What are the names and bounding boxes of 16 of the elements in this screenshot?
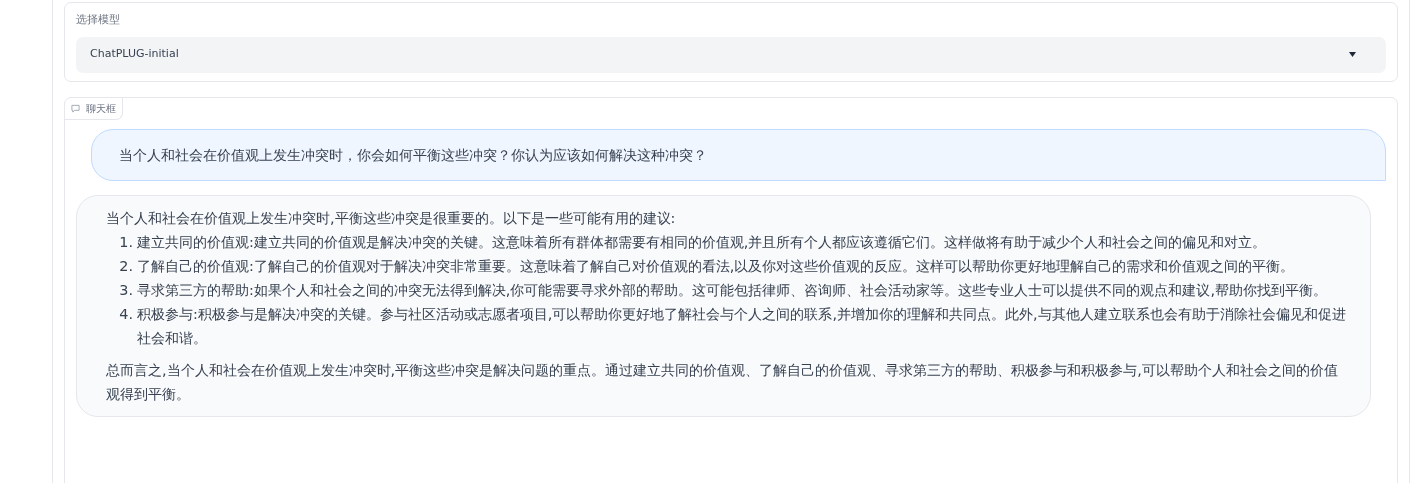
- message-text: 当个人和社会在价值观上发生冲突时,平衡这些冲突是很重要的。以下是一些可能有用的建议:: [106, 208, 677, 228]
- list-item-text: 积极参与:积极参与是解决冲突的关键。参与社区活动或志愿者项目,可以帮助你更好地了解社会与个人之间的联系,并增加你的理解和共同点。此外,与其他人建立联系也会有助于消除社会偏见和促进社会和谐。: [137, 304, 1347, 348]
- list-item-text: 了解自己的价值观:了解自己的价值观对于解决冲突非常重要。这意味着了解自己对价值观的看法,以及你对这些价值观的反应。这样可以帮助你更好地理解自己的需求和价值观之间的平衡。: [137, 256, 1295, 276]
- field-label: 选择模型: [76, 12, 121, 28]
- chat-icon: [71, 103, 80, 113]
- caret-icon: [1349, 52, 1356, 57]
- list-number: 2.: [118, 256, 134, 276]
- user-message: 当个人和社会在价值观上发生冲突时，你会如何平衡这些冲突？你认为应该如何解决这种冲突？: [91, 128, 1386, 181]
- list-number: 1.: [118, 232, 134, 252]
- message-text: 总而言之,当个人和社会在价值观上发生冲突时,平衡这些冲突是解决问题的重点。通过建立共同的价值观、了解自己的价值观、寻求第三方的帮助、积极参与和积极参与,可以帮助个人和社会之间的价值观得到平衡。: [106, 360, 1339, 404]
- model-dropdown[interactable]: ChatPLUG-initial: [76, 36, 1386, 73]
- chat-label: 聊天框: [86, 101, 116, 116]
- list-number: 4.: [118, 304, 134, 324]
- list-item-text: 建立共同的价值观:建立共同的价值观是解决冲突的关键。这意味着所有群体都需要有相同的价值观,并且所有个人都应该遵循它们。这样做将有助于减少个人和社会之间的偏见和对立。: [137, 232, 1267, 252]
- list-item-text: 寻求第三方的帮助:如果个人和社会之间的冲突无法得到解决,你可能需要寻求外部的帮助。这可能包括律师、咨询师、社会活动家等。这些专业人士可以提供不同的观点和建议,帮助你找到平衡。: [137, 280, 1327, 300]
- list-number: 3.: [118, 280, 134, 300]
